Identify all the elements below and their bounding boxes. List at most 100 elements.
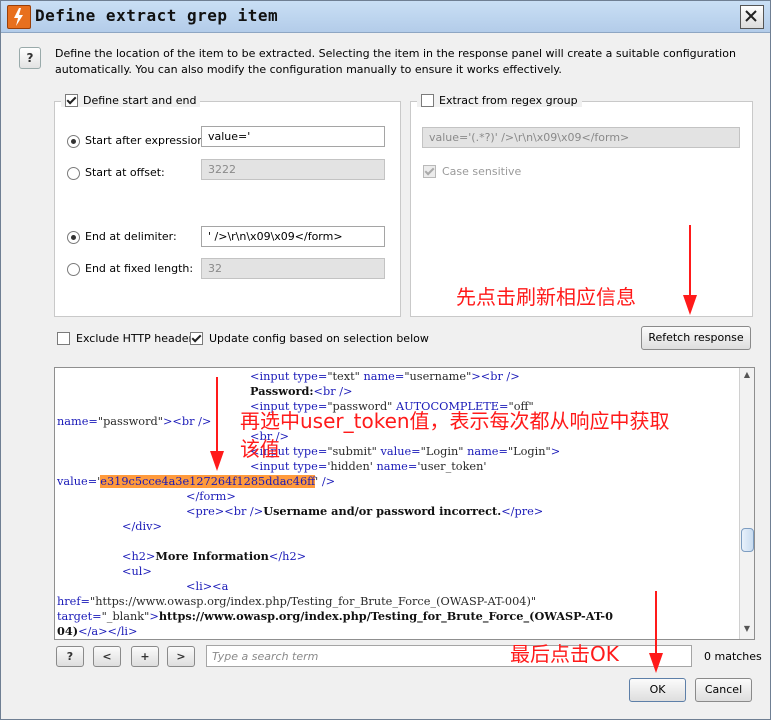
scroll-down-icon[interactable]: ▼ [742, 624, 752, 636]
search-next-button[interactable]: > [167, 646, 195, 667]
response-token: name= [363, 370, 405, 383]
response-line: <li><a [186, 579, 228, 594]
regex-legend: Extract from regex group [417, 94, 582, 107]
response-line: <input type="text" name="username"><br /… [250, 369, 520, 384]
response-token: "password" [97, 415, 163, 428]
response-token: name= [467, 445, 508, 458]
end-fixed-input[interactable]: 32 [201, 258, 385, 279]
response-token: type= [293, 370, 328, 383]
search-help-button[interactable]: ? [56, 646, 84, 667]
refetch-response-button[interactable]: Refetch response [641, 326, 751, 350]
scroll-thumb[interactable] [741, 528, 754, 552]
response-token: ' [315, 475, 322, 488]
cancel-button[interactable]: Cancel [695, 678, 752, 702]
response-line: <input type="submit" value="Login" name=… [250, 444, 560, 459]
response-token: 'hidden' [327, 460, 377, 473]
start-end-checkbox[interactable] [65, 94, 78, 107]
response-token: <input [250, 370, 293, 383]
end-delimiter-input[interactable]: ' />\r\n\x09\x09</form> [201, 226, 385, 247]
update-config-row: Update config based on selection below [190, 332, 429, 345]
response-line: <input type='hidden' name='user_token' [250, 459, 486, 474]
response-line: <ul> [122, 564, 152, 579]
burp-logo-icon [7, 5, 31, 29]
response-line: <pre><br />Username and/or password inco… [186, 504, 543, 519]
response-token: </form> [186, 490, 236, 503]
user-token-value: e319c5cce4a3e127264f1285ddac46ff [100, 475, 316, 488]
response-token: > [550, 445, 561, 458]
response-token: <pre><br /> [186, 505, 264, 518]
response-token: <li><a [186, 580, 229, 593]
annotation-token-1: 再选中user_token值，表示每次都从响应中获取 [240, 409, 670, 433]
response-line: </div> [122, 519, 162, 534]
exclude-headers-label: Exclude HTTP headers [76, 332, 199, 345]
search-prev-button[interactable]: < [93, 646, 121, 667]
case-sensitive-checkbox[interactable] [423, 165, 436, 178]
ok-button[interactable]: OK [629, 678, 686, 702]
annotation-refetch: 先点击刷新相应信息 [456, 285, 636, 309]
dialog-window: Define extract grep item ? Define the lo… [0, 0, 771, 720]
response-token: "https://www.owasp.org/index.php/Testing… [90, 595, 537, 608]
response-token: ><br /> [162, 415, 212, 428]
start-offset-input[interactable]: 3222 [201, 159, 385, 180]
response-line: <h2>More Information</h2> [122, 549, 306, 564]
search-matches-count: 0 matches [704, 650, 762, 663]
response-line: Password:<br /> [250, 384, 352, 399]
response-token: type= [293, 445, 328, 458]
response-token: 04) [57, 624, 79, 638]
response-token: target= [57, 610, 102, 623]
dialog-title: Define extract grep item [35, 6, 279, 25]
scroll-up-icon[interactable]: ▲ [742, 370, 752, 382]
response-token: More Information [155, 549, 269, 563]
regex-label: Extract from regex group [439, 94, 578, 107]
response-token: > [149, 610, 159, 623]
close-button[interactable] [740, 5, 764, 29]
response-token: "_blank" [101, 610, 150, 623]
response-line: href="https://www.owasp.org/index.php/Te… [57, 594, 536, 609]
exclude-headers-checkbox[interactable] [57, 332, 70, 345]
response-token: Username and/or password incorrect. [263, 504, 502, 518]
response-line: name="password"><br /> [57, 414, 211, 429]
end-fixed-radio[interactable] [67, 263, 80, 276]
update-config-checkbox[interactable] [190, 332, 203, 345]
response-token: type= [293, 460, 328, 473]
search-input[interactable]: Type a search term [206, 645, 692, 667]
regex-input[interactable]: value='(.*?)' />\r\n\x09\x09</form> [422, 127, 740, 148]
response-token: <br /> [313, 385, 353, 398]
start-after-radio[interactable] [67, 135, 80, 148]
response-token: ><br /> [471, 370, 520, 383]
response-token: Password: [250, 384, 314, 398]
annotation-token-2: 该值 [240, 437, 280, 461]
response-token: /> [321, 475, 336, 488]
start-after-label: Start after expression: [85, 134, 208, 147]
start-offset-label: Start at offset: [85, 166, 165, 179]
start-end-label: Define start and end [83, 94, 197, 107]
search-add-button[interactable]: + [131, 646, 159, 667]
response-token: <h2> [122, 550, 156, 563]
exclude-headers-row: Exclude HTTP headers [57, 332, 199, 345]
help-button[interactable]: ? [19, 47, 41, 69]
end-delimiter-label: End at delimiter: [85, 230, 177, 243]
end-fixed-label: End at fixed length: [85, 262, 194, 275]
response-token: 'user_token' [417, 460, 487, 473]
response-token: value= [380, 445, 421, 458]
response-token: "submit" [327, 445, 381, 458]
response-token: "username" [404, 370, 472, 383]
response-token: </div> [122, 520, 162, 533]
response-token: <ul> [122, 565, 152, 578]
response-token: name= [376, 460, 418, 473]
response-token: </h2> [268, 550, 307, 563]
response-token: https://www.owasp.org/index.php/Testing_… [158, 609, 613, 623]
vertical-scrollbar[interactable]: ▲ ▼ [739, 368, 754, 639]
regex-checkbox[interactable] [421, 94, 434, 107]
start-after-input[interactable]: value=' [201, 126, 385, 147]
close-icon [745, 10, 757, 22]
response-line: 04)</a></li> [57, 624, 138, 639]
start-offset-radio[interactable] [67, 167, 80, 180]
case-sensitive-label: Case sensitive [442, 165, 522, 178]
title-bar: Define extract grep item [1, 1, 770, 33]
annotation-arrow-ok [649, 591, 663, 673]
end-delimiter-radio[interactable] [67, 231, 80, 244]
annotation-arrow-token [210, 377, 224, 471]
case-sensitive-row: Case sensitive [423, 165, 521, 178]
response-token: "Login" [420, 445, 468, 458]
